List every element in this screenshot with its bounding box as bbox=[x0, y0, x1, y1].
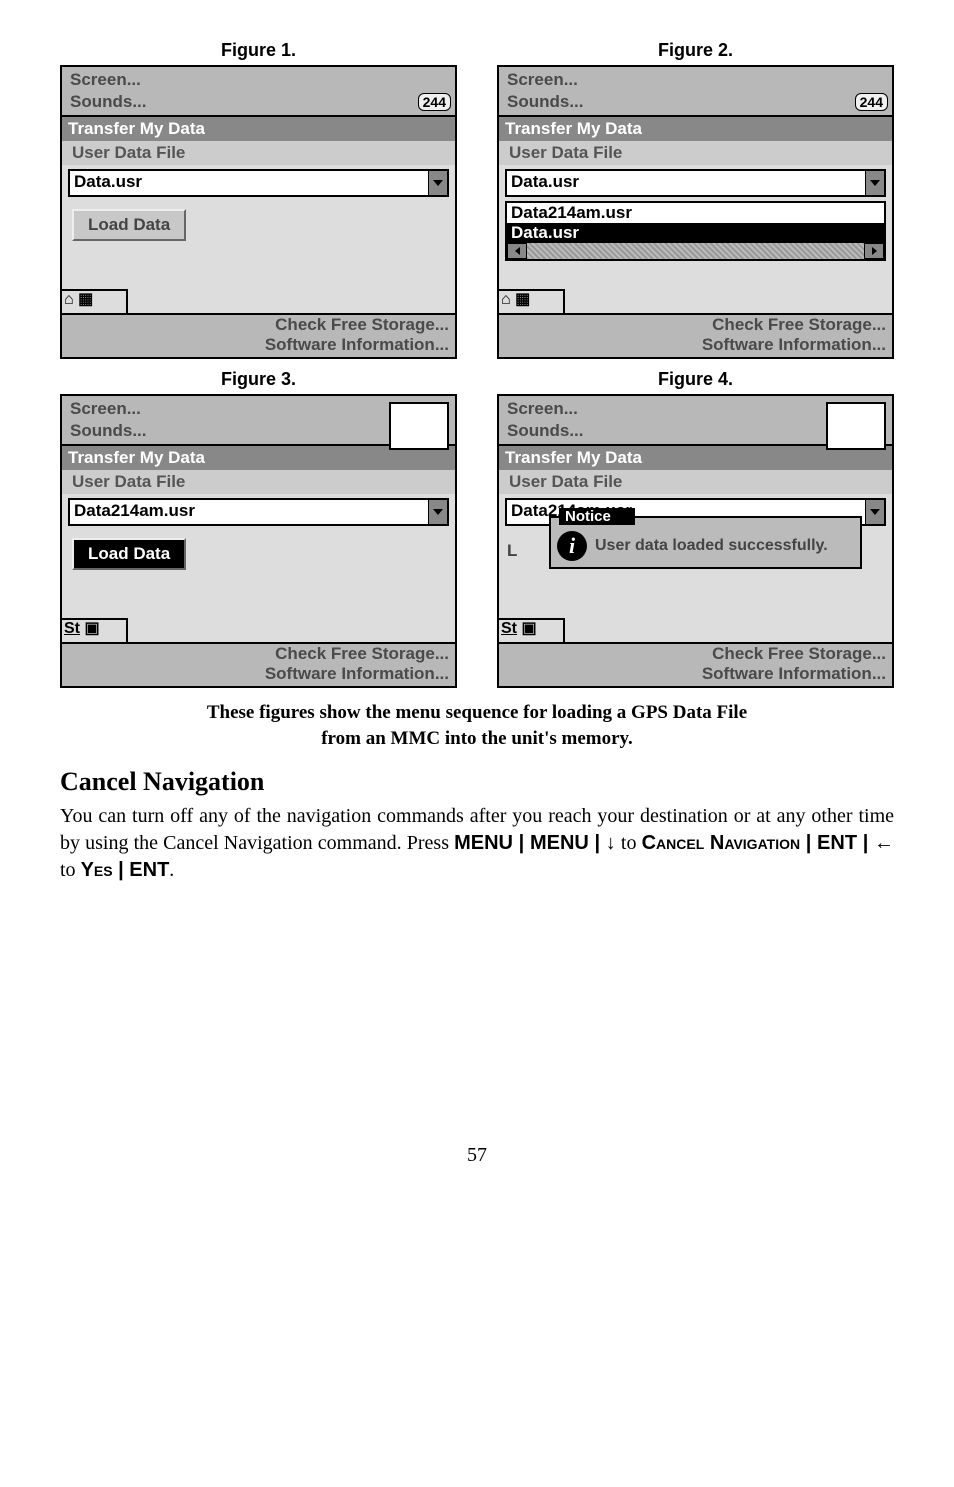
map-icon: ⌂ ▦ bbox=[64, 293, 124, 307]
menu-item-software-info[interactable]: Software Information... bbox=[505, 664, 886, 684]
map-icon: St ▣ bbox=[501, 622, 561, 636]
figure-3-label: Figure 3. bbox=[60, 369, 457, 390]
file-dropdown[interactable]: Data.usr bbox=[505, 169, 886, 197]
menu-item-sounds[interactable]: Sounds... bbox=[70, 420, 147, 442]
left-arrow-icon: ← bbox=[874, 832, 894, 854]
figure-4-screen: Screen... Sounds... Transfer My Data Use… bbox=[497, 394, 894, 688]
menu-item-check-storage[interactable]: Check Free Storage... bbox=[68, 644, 449, 664]
scrollbar[interactable] bbox=[507, 243, 884, 259]
info-icon: i bbox=[557, 531, 587, 561]
bottom-menu: Check Free Storage... Software Informati… bbox=[499, 642, 892, 686]
bearing-badge: 244 bbox=[855, 93, 888, 111]
chevron-down-icon[interactable] bbox=[865, 171, 884, 195]
figure-1-screen: Screen... Sounds... 244 Transfer My Data… bbox=[60, 65, 457, 359]
scroll-left-icon[interactable] bbox=[507, 243, 527, 259]
figure-2: Figure 2. Screen... Sounds... 244 Transf… bbox=[497, 40, 894, 359]
blank-panel bbox=[826, 402, 886, 450]
notice-dialog: Notice i User data loaded successfully. bbox=[549, 516, 862, 569]
menu-top: Screen... Sounds... bbox=[499, 396, 892, 446]
section-title: Cancel Navigation bbox=[60, 767, 894, 797]
list-item[interactable]: Data214am.usr bbox=[507, 203, 884, 223]
l-label: L bbox=[507, 541, 517, 561]
transfer-header: Transfer My Data bbox=[62, 117, 455, 141]
menu-top: Screen... Sounds... 244 bbox=[62, 67, 455, 117]
figure-3: Figure 3. Screen... Sounds... Transfer M… bbox=[60, 369, 457, 688]
figure-1: Figure 1. Screen... Sounds... 244 Transf… bbox=[60, 40, 457, 359]
scroll-track[interactable] bbox=[527, 243, 864, 259]
menu-item-sounds[interactable]: Sounds... bbox=[70, 91, 147, 113]
menu-item-screen[interactable]: Screen... bbox=[507, 69, 884, 91]
dropdown-list[interactable]: Data214am.usr Data.usr bbox=[505, 201, 886, 261]
transfer-header: Transfer My Data bbox=[499, 117, 892, 141]
menu-item-sounds[interactable]: Sounds... bbox=[507, 420, 584, 442]
body-paragraph: You can turn off any of the navigation c… bbox=[60, 803, 894, 884]
chevron-down-icon[interactable] bbox=[428, 171, 447, 195]
figure-4-label: Figure 4. bbox=[497, 369, 894, 390]
user-data-header: User Data File bbox=[499, 470, 892, 494]
notice-text: User data loaded successfully. bbox=[595, 537, 828, 555]
user-data-header: User Data File bbox=[62, 141, 455, 165]
menu-top: Screen... Sounds... bbox=[62, 396, 455, 446]
menu-item-software-info[interactable]: Software Information... bbox=[505, 335, 886, 355]
menu-item-software-info[interactable]: Software Information... bbox=[68, 335, 449, 355]
bottom-menu: Check Free Storage... Software Informati… bbox=[499, 313, 892, 357]
figure-1-label: Figure 1. bbox=[60, 40, 457, 61]
bearing-badge: 244 bbox=[418, 93, 451, 111]
page-number: 57 bbox=[60, 1144, 894, 1167]
figure-3-screen: Screen... Sounds... Transfer My Data Use… bbox=[60, 394, 457, 688]
menu-item-software-info[interactable]: Software Information... bbox=[68, 664, 449, 684]
load-data-button[interactable]: Load Data bbox=[72, 538, 186, 570]
menu-item-sounds[interactable]: Sounds... bbox=[507, 91, 584, 113]
bottom-menu: Check Free Storage... Software Informati… bbox=[62, 642, 455, 686]
dropdown-value: Data.usr bbox=[507, 171, 865, 195]
notice-title: Notice bbox=[559, 508, 635, 525]
dropdown-value: Data.usr bbox=[70, 171, 428, 195]
blank-panel bbox=[389, 402, 449, 450]
menu-item-screen[interactable]: Screen... bbox=[70, 69, 447, 91]
menu-item-check-storage[interactable]: Check Free Storage... bbox=[505, 644, 886, 664]
chevron-down-icon[interactable] bbox=[865, 500, 884, 524]
bottom-menu: Check Free Storage... Software Informati… bbox=[62, 313, 455, 357]
load-data-button[interactable]: Load Data bbox=[72, 209, 186, 241]
down-arrow-icon: ↓ bbox=[606, 832, 616, 854]
user-data-header: User Data File bbox=[499, 141, 892, 165]
chevron-down-icon[interactable] bbox=[428, 500, 447, 524]
menu-item-check-storage[interactable]: Check Free Storage... bbox=[68, 315, 449, 335]
file-dropdown[interactable]: Data.usr bbox=[68, 169, 449, 197]
figure-4: Figure 4. Screen... Sounds... Transfer M… bbox=[497, 369, 894, 688]
file-dropdown[interactable]: Data214am.usr bbox=[68, 498, 449, 526]
menu-top: Screen... Sounds... 244 bbox=[499, 67, 892, 117]
dropdown-value: Data214am.usr bbox=[70, 500, 428, 524]
list-item-selected[interactable]: Data.usr bbox=[507, 223, 884, 243]
map-icon: ⌂ ▦ bbox=[501, 293, 561, 307]
menu-item-check-storage[interactable]: Check Free Storage... bbox=[505, 315, 886, 335]
figure-2-screen: Screen... Sounds... 244 Transfer My Data… bbox=[497, 65, 894, 359]
user-data-header: User Data File bbox=[62, 470, 455, 494]
figure-caption: These figures show the menu sequence for… bbox=[60, 700, 894, 751]
figure-2-label: Figure 2. bbox=[497, 40, 894, 61]
scroll-right-icon[interactable] bbox=[864, 243, 884, 259]
map-icon: St ▣ bbox=[64, 622, 124, 636]
